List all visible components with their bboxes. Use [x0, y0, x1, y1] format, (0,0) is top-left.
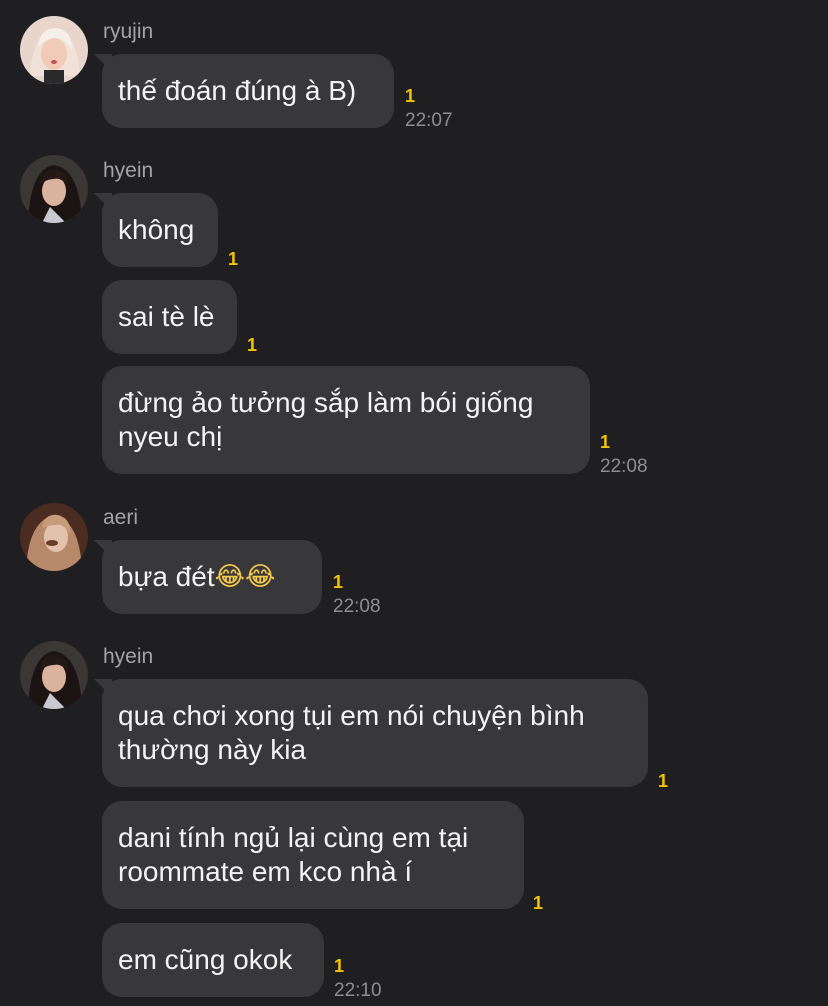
message-bubble[interactable]: không	[102, 193, 218, 267]
message-text-line: qua chơi xong tụi em nói chuyện bình	[118, 700, 585, 731]
message-text: không	[118, 214, 195, 245]
message-bubble[interactable]: em cũng okok	[102, 923, 324, 997]
message-bubble[interactable]: đừng ảo tưởng sắp làm bói giống nyeu chị	[102, 366, 590, 474]
sender-name: hyein	[103, 159, 154, 182]
unread-count: 1	[405, 86, 416, 106]
message-bubble[interactable]: thế đoán đúng à B)	[102, 54, 394, 128]
message-bubble[interactable]: sai tè lè	[102, 280, 237, 354]
avatar-hyein[interactable]	[20, 641, 88, 709]
message-time: 22:10	[334, 980, 382, 1001]
message-bubble[interactable]: qua chơi xong tụi em nói chuyện bình thư…	[102, 679, 648, 787]
message-text-line: dani tính ngủ lại cùng em tại	[118, 822, 469, 853]
avatar-aeri[interactable]	[20, 503, 88, 571]
message-bubble[interactable]: bựa đét 😂😂	[102, 540, 322, 614]
unread-count: 1	[334, 956, 345, 976]
unread-count: 1	[658, 771, 669, 791]
sender-name: hyein	[103, 645, 154, 668]
message-text-line: thường này kia	[118, 734, 307, 765]
message-text: sai tè lè	[118, 301, 215, 332]
avatar-hyein[interactable]	[20, 155, 88, 223]
message-time: 22:07	[405, 110, 453, 131]
sender-name: ryujin	[103, 20, 154, 43]
message-text-line: đừng ảo tưởng sắp làm bói giống	[118, 387, 534, 418]
message-text: thế đoán đúng à B)	[118, 75, 357, 106]
laughing-emoji-icon: 😂😂	[214, 562, 276, 592]
message-text: em cũng okok	[118, 944, 293, 975]
message-text-line: nyeu chị	[118, 421, 223, 452]
unread-count: 1	[600, 432, 611, 452]
unread-count: 1	[533, 893, 544, 913]
message-text-block: đừng ảo tưởng sắp làm bói giống nyeu chị	[118, 386, 533, 454]
message-text-block: dani tính ngủ lại cùng em tại roommate e…	[118, 821, 468, 889]
unread-count: 1	[247, 335, 258, 355]
message-text-line: roommate em kco nhà í	[118, 856, 413, 887]
sender-name: aeri	[103, 506, 139, 529]
unread-count: 1	[228, 249, 239, 269]
message-text: bựa đét	[118, 561, 215, 592]
message-time: 22:08	[333, 596, 381, 617]
message-time: 22:08	[600, 456, 648, 477]
unread-count: 1	[333, 572, 344, 592]
message-text-block: qua chơi xong tụi em nói chuyện bình thư…	[118, 699, 585, 767]
avatar-ryujin[interactable]	[20, 16, 88, 84]
message-bubble[interactable]: dani tính ngủ lại cùng em tại roommate e…	[102, 801, 524, 909]
